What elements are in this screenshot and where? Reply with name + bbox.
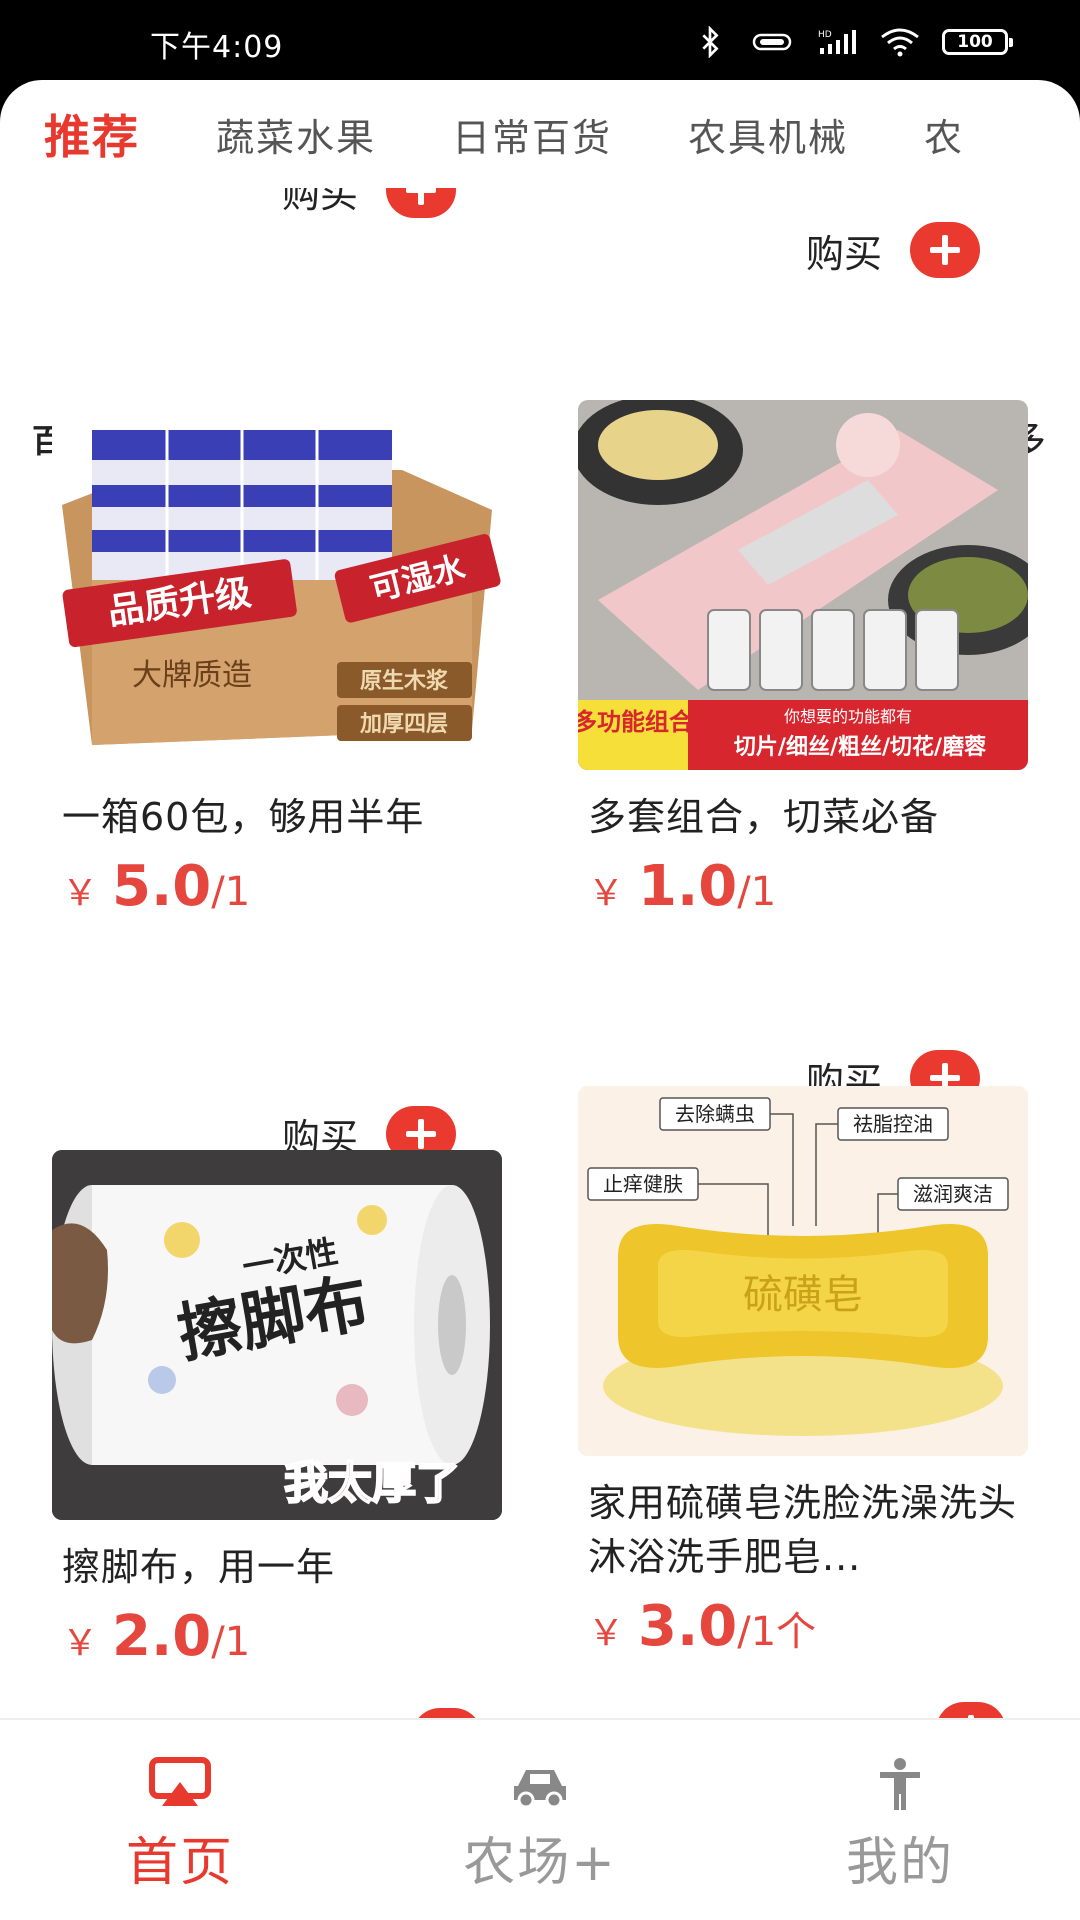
image-text: 祛脂控油 [853,1112,933,1136]
status-bar: 下午4:09 HD 100 [0,0,1080,86]
add-to-cart-button[interactable] [910,222,981,278]
home-airplay-icon [149,1757,211,1806]
grater-image: 多功能组合 你想要的功能都有 切片/细丝/粗丝/切花/磨蓉 [578,400,1028,770]
product-price: ￥ 5.0/1 [62,854,492,919]
nav-label: 首页 [125,1833,234,1893]
price-unit: /1 [737,869,777,915]
buy-row: 购买 [282,188,457,218]
nav-mine[interactable]: 我的 [720,1720,1080,1920]
nav-farm[interactable]: 农场+ [360,1720,720,1920]
vibrate-icon [752,33,792,51]
image-text: 我太厚了 [284,1458,460,1509]
buy-label: 购买 [282,188,359,216]
product-name: 家用硫磺皂洗脸洗澡洗头沐浴洗手肥皂... [588,1481,1018,1579]
network-type-label: HD [818,30,832,40]
product-image: 多功能组合 你想要的功能都有 切片/细丝/粗丝/切花/磨蓉 [578,400,1028,770]
image-text: 大牌质造 [132,658,252,693]
tab-daily-goods[interactable]: 日常百货 [452,107,612,162]
image-text: 多功能组合 [578,708,694,736]
image-text: 原生木浆 [360,668,449,694]
product-feed[interactable]: 购买 购买 百货 更多 [0,188,1080,1718]
currency-symbol: ￥ [62,1623,99,1664]
currency-symbol: ￥ [62,873,99,914]
status-time: 下午4:09 [150,30,284,65]
image-text: 切片/细丝/粗丝/切花/磨蓉 [734,734,986,760]
product-price: ￥ 1.0/1 [588,854,1018,919]
battery-icon: 100 [942,29,1013,55]
add-to-cart-button[interactable] [936,1702,1006,1718]
currency-symbol: ￥ [588,1613,625,1654]
image-text: 加厚四层 [359,712,448,737]
wifi-icon [881,28,919,57]
product-name: 擦脚布，用一年 [62,1545,336,1589]
product-card[interactable]: 去除螨虫 祛脂控油 止痒健肤 滋润爽洁 硫磺皂 家用硫磺皂洗脸洗澡洗头沐浴洗手肥… [578,1086,1028,1659]
battery-level: 100 [957,32,993,52]
signal-icon: HD [818,30,856,54]
product-name: 多套组合，切菜必备 [588,795,940,839]
product-image: 去除螨虫 祛脂控油 止痒健肤 滋润爽洁 硫磺皂 [578,1086,1028,1456]
nav-label: 我的 [845,1833,954,1893]
towel-roll-image: 一次性 擦脚布 我太厚了 [52,1150,502,1520]
buy-row: 购买 [806,222,981,278]
price-value: 1.0 [638,854,738,919]
add-to-cart-button[interactable] [412,1708,482,1718]
product-card[interactable]: 多功能组合 你想要的功能都有 切片/细丝/粗丝/切花/磨蓉 多套组合，切菜必备 … [578,400,1028,919]
image-text: 你想要的功能都有 [784,707,912,726]
app-container: 推荐 蔬菜水果 日常百货 农具机械 农 购买 购买 百货 更多 [0,80,1080,1920]
nav-label: 农场+ [463,1833,617,1893]
product-name: 一箱60包，够用半年 [62,795,425,839]
status-icons: HD 100 [694,26,1013,58]
nav-home[interactable]: 首页 [0,1720,360,1920]
bottom-navigation: 首页 农场+ 我的 [0,1718,1080,1920]
soap-image: 去除螨虫 祛脂控油 止痒健肤 滋润爽洁 硫磺皂 [578,1086,1028,1456]
price-value: 5.0 [112,854,212,919]
product-price: ￥ 2.0/1 [62,1604,492,1669]
image-text: 去除螨虫 [675,1102,755,1126]
tab-recommend[interactable]: 推荐 [44,101,140,167]
tab-vegetables-fruits[interactable]: 蔬菜水果 [216,107,376,162]
product-image: 一次性 擦脚布 我太厚了 [52,1150,502,1520]
tab-farm-tools[interactable]: 农具机械 [688,107,848,162]
category-tabs: 推荐 蔬菜水果 日常百货 农具机械 农 [0,80,1080,188]
product-image: 品质升级 可湿水 大牌质造 原生木浆 加厚四层 [52,400,502,770]
price-value: 3.0 [638,1594,738,1659]
currency-symbol: ￥ [588,873,625,914]
price-unit: /1 [211,869,251,915]
image-text: 止痒健肤 [603,1172,683,1196]
price-unit: /1个 [737,1609,817,1655]
buy-label: 购买 [806,231,883,276]
car-icon [514,1770,566,1809]
person-icon [880,1758,920,1810]
price-unit: /1 [211,1619,251,1665]
tab-partial[interactable]: 农 [924,107,964,162]
image-text: 硫磺皂 [743,1272,863,1318]
add-to-cart-button[interactable] [386,188,457,218]
image-text: 滋润爽洁 [913,1182,993,1206]
product-card[interactable]: 品质升级 可湿水 大牌质造 原生木浆 加厚四层 一箱60包，够用半年 ￥ 5.0/… [52,400,502,919]
tissue-box-image: 品质升级 可湿水 大牌质造 原生木浆 加厚四层 [62,430,501,745]
bluetooth-icon [702,26,719,58]
product-card[interactable]: 一次性 擦脚布 我太厚了 擦脚布，用一年 ￥ 2.0/1 [52,1150,502,1669]
product-price: ￥ 3.0/1个 [588,1594,1018,1659]
price-value: 2.0 [112,1604,212,1669]
